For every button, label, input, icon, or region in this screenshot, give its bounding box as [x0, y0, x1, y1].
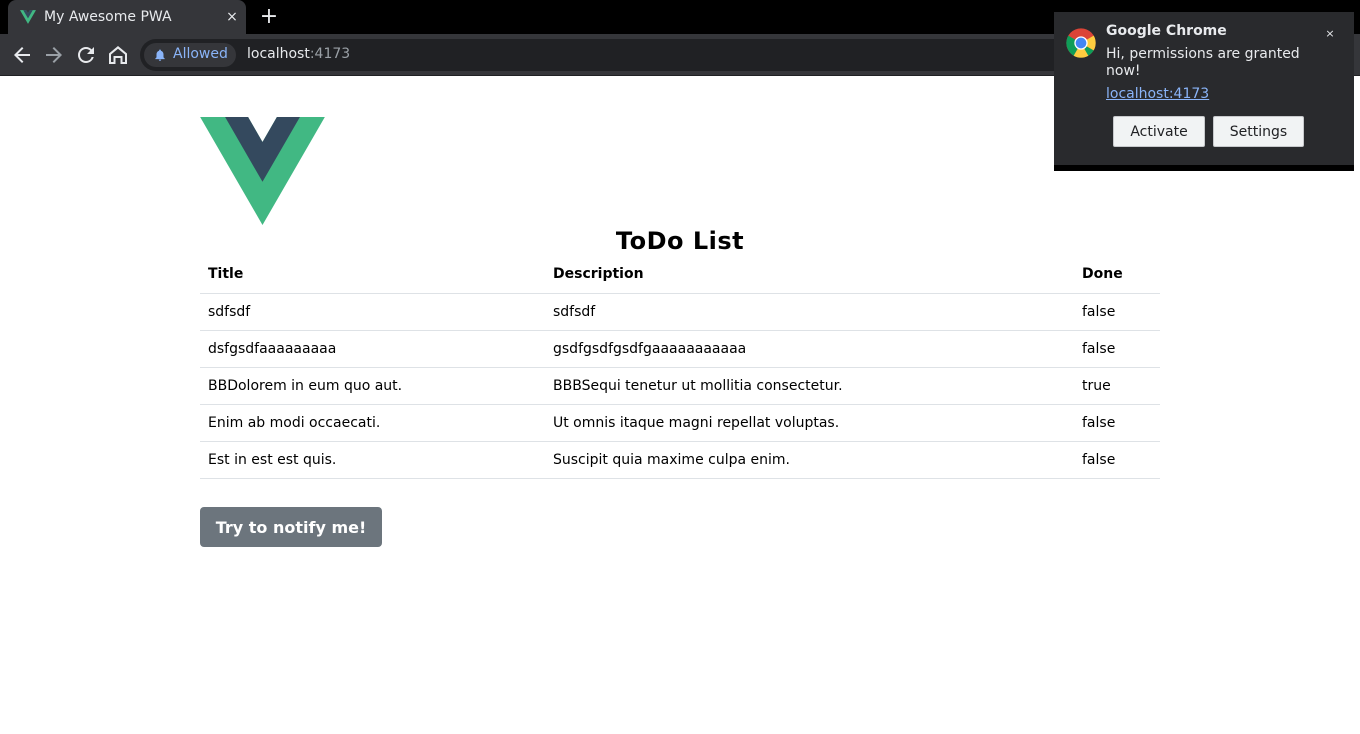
header-description: Description [545, 256, 1074, 294]
cell-title: BBDolorem in eum quo aut. [200, 367, 545, 405]
table-row: Est in est est quis. Suscipit quia maxim… [200, 441, 1160, 479]
home-button[interactable] [106, 43, 130, 67]
permission-label: Allowed [173, 46, 228, 62]
browser-tab[interactable]: My Awesome PWA × [8, 0, 246, 34]
table-row: dsfgsdfaaaaaaaaa gsdfgsdfgsdfgaaaaaaaaaa… [200, 330, 1160, 368]
cell-done: false [1074, 330, 1160, 368]
notification-message: Hi, permissions are granted now! [1106, 46, 1300, 79]
tab-title: My Awesome PWA [44, 9, 172, 25]
activate-button[interactable]: Activate [1113, 116, 1205, 147]
reload-icon [78, 47, 94, 63]
chrome-icon [1066, 28, 1096, 58]
table-row: BBDolorem in eum quo aut. BBBSequi tenet… [200, 367, 1160, 405]
cell-title: Est in est est quis. [200, 441, 545, 479]
notification-origin-link[interactable]: localhost:4173 [1106, 86, 1209, 102]
settings-button[interactable]: Settings [1213, 116, 1304, 147]
page-title: ToDo List [615, 227, 745, 255]
cell-done: false [1074, 293, 1160, 331]
url-port: :4173 [309, 46, 351, 62]
cell-title: sdfsdf [200, 293, 545, 331]
bell-icon [155, 49, 165, 61]
cell-description: Ut omnis itaque magni repellat voluptas. [545, 404, 1074, 442]
home-icon [109, 46, 127, 64]
back-button[interactable] [10, 43, 34, 67]
address-bar[interactable]: Allowed localhost:4173 [140, 39, 1100, 71]
cell-description: gsdfgsdfgsdfgaaaaaaaaaaa [545, 330, 1074, 368]
arrow-left-icon [14, 47, 30, 63]
table-row: Enim ab modi occaecati. Ut omnis itaque … [200, 404, 1160, 442]
arrow-right-icon [46, 47, 62, 63]
todo-table: Title Description Done sdfsdf sdfsdf fal… [200, 256, 1160, 479]
close-tab-icon[interactable]: × [224, 9, 240, 25]
vue-logo [200, 117, 325, 225]
url-text[interactable]: localhost:4173 [247, 46, 350, 62]
permission-chip[interactable]: Allowed [144, 43, 236, 67]
cell-done: true [1074, 367, 1160, 405]
reload-button[interactable] [74, 43, 98, 67]
close-icon[interactable]: × [1322, 26, 1338, 42]
notify-button[interactable]: Try to notify me! [200, 507, 382, 547]
cell-description: Suscipit quia maxime culpa enim. [545, 441, 1074, 479]
notification-source: Google Chrome [1106, 23, 1227, 39]
table-row: sdfsdf sdfsdf false [200, 293, 1160, 331]
header-done: Done [1074, 256, 1160, 294]
url-host: localhost [247, 46, 310, 62]
forward-button[interactable] [42, 43, 66, 67]
cell-title: dsfgsdfaaaaaaaaa [200, 330, 545, 368]
vue-icon [20, 10, 36, 24]
cell-done: false [1074, 441, 1160, 479]
cell-description: BBBSequi tenetur ut mollitia consectetur… [545, 367, 1074, 405]
cell-description: sdfsdf [545, 293, 1074, 331]
cell-done: false [1074, 404, 1160, 442]
notification-popup: Google Chrome × Hi, permissions are gran… [1054, 12, 1354, 171]
header-title: Title [200, 256, 545, 294]
cell-title: Enim ab modi occaecati. [200, 404, 545, 442]
new-tab-button[interactable]: + [258, 6, 280, 28]
table-header-row: Title Description Done [200, 256, 1160, 294]
